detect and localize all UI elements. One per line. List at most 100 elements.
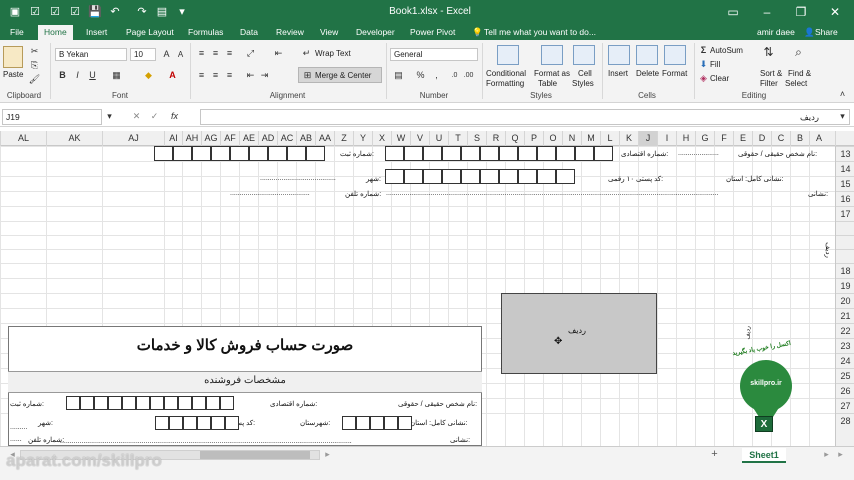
checkbox-icon[interactable]: ☑ [48,5,62,19]
column-header-d[interactable]: D [752,131,771,146]
column-header-ai[interactable]: AI [164,131,182,146]
expand-formula-icon[interactable]: ▾ [836,110,849,123]
row-header-17[interactable]: 17 [836,206,854,221]
percent-button[interactable]: % [414,69,427,82]
column-header-u[interactable]: U [429,131,448,146]
wrap-text-icon[interactable]: ↵ [300,47,313,60]
column-header-e[interactable]: E [733,131,752,146]
scroll-right-icon[interactable]: ▸ [321,448,334,461]
insert-cells-icon[interactable] [608,45,630,65]
column-header-x[interactable]: X [372,131,391,146]
row-header-blank[interactable] [836,235,854,249]
share-button[interactable]: Share [815,25,838,40]
customize-icon[interactable]: ▾ [175,5,189,19]
conditional-formatting-label[interactable]: Conditional [486,69,526,78]
clear-button[interactable]: Clear [710,74,729,83]
open-icon[interactable]: ▤ [155,5,169,19]
column-header-af[interactable]: AF [220,131,239,146]
insert-cells-label[interactable]: Insert [608,69,628,78]
column-header-z[interactable]: Z [334,131,353,146]
column-header-r[interactable]: R [486,131,505,146]
cell-styles-icon[interactable] [573,45,595,65]
column-header-t[interactable]: T [448,131,467,146]
row-header-14[interactable]: 14 [836,161,854,176]
save-icon[interactable]: 💾 [88,5,102,19]
fill-button[interactable]: Fill [710,60,720,69]
align-middle-icon[interactable]: ≡ [209,47,222,60]
tab-home[interactable]: Home [38,25,73,40]
font-name-box[interactable]: B Yekan [55,48,127,61]
column-header-ab[interactable]: AB [296,131,315,146]
delete-cells-label[interactable]: Delete [636,69,659,78]
cut-icon[interactable]: ✂ [28,45,41,58]
autosum-button[interactable]: AutoSum [710,46,743,55]
find-select-label2[interactable]: Select [785,79,807,88]
tab-insert[interactable]: Insert [80,25,113,40]
sheet-tab-sheet1[interactable]: Sheet1 [742,448,786,463]
cell-styles-label[interactable]: Cell [578,69,592,78]
conditional-formatting-label2[interactable]: Formatting [486,79,524,88]
column-header-s[interactable]: S [467,131,486,146]
row-header-blank[interactable] [836,249,854,263]
column-header-ah[interactable]: AH [182,131,201,146]
formula-input[interactable]: ردیف [200,109,850,125]
tab-data[interactable]: Data [234,25,264,40]
column-header-h[interactable]: H [676,131,695,146]
column-header-aa[interactable]: AA [315,131,334,146]
checkbox-icon[interactable]: ☑ [68,5,82,19]
autosum-icon[interactable]: Σ [697,44,710,57]
column-header-f[interactable]: F [714,131,733,146]
enter-icon[interactable]: ✓ [148,110,161,123]
clear-icon[interactable]: ◈ [697,72,710,85]
format-as-table-label2[interactable]: Table [538,79,557,88]
row-header-24[interactable]: 24 [836,353,854,368]
format-cells-icon[interactable] [664,45,686,65]
number-format-box[interactable]: General [390,48,478,61]
column-header-aj[interactable]: AJ [102,131,164,146]
column-header-ae[interactable]: AE [239,131,258,146]
column-header-p[interactable]: P [524,131,543,146]
align-center-icon[interactable]: ≡ [209,69,222,82]
format-as-table-label[interactable]: Format as [534,69,570,78]
restore-icon[interactable]: ❐ [784,2,818,22]
decrease-decimal-icon[interactable]: .00 [462,69,475,82]
row-header-23[interactable]: 23 [836,338,854,353]
find-select-label[interactable]: Find & [788,69,811,78]
shrink-font-icon[interactable]: A [174,48,187,61]
row-header-25[interactable]: 25 [836,368,854,383]
format-painter-icon[interactable]: 🖌 [28,73,41,86]
column-header-j[interactable]: J [638,131,657,146]
select-all-corner[interactable] [835,131,854,146]
row-header-28[interactable]: 28 [836,413,854,428]
tab-review[interactable]: Review [270,25,310,40]
tab-developer[interactable]: Developer [350,25,401,40]
checkbox-icon[interactable]: ☑ [28,5,42,19]
column-header-ac[interactable]: AC [277,131,296,146]
column-header-al[interactable]: AL [0,131,46,146]
tell-me-input[interactable]: Tell me what you want to do... [484,25,596,40]
row-header-16[interactable]: 16 [836,191,854,206]
format-as-table-icon[interactable] [541,45,563,65]
sort-filter-icon[interactable]: ⇅ [762,46,775,59]
name-box[interactable]: J19 [2,109,102,125]
ribbon-display-icon[interactable]: ▭ [716,2,750,22]
column-header-k[interactable]: K [619,131,638,146]
accounting-icon[interactable]: ▤ [392,69,405,82]
column-header-o[interactable]: O [543,131,562,146]
align-right-icon[interactable]: ≡ [223,69,236,82]
decrease-indent-icon[interactable]: ⇤ [244,69,257,82]
tab-view[interactable]: View [314,25,344,40]
undo-icon[interactable]: ↶ [108,5,122,19]
scrollbar-thumb[interactable] [200,451,310,459]
sort-filter-label2[interactable]: Filter [760,79,778,88]
italic-button[interactable]: I [71,69,84,82]
find-select-icon[interactable]: ⌕ [792,46,805,59]
borders-icon[interactable]: ▦ [110,69,123,82]
column-header-q[interactable]: Q [505,131,524,146]
wrap-text-button[interactable]: Wrap Text [315,49,351,58]
close-icon[interactable]: ✕ [818,2,852,22]
tab-power-pivot[interactable]: Power Pivot [404,25,461,40]
row-header-blank[interactable] [836,221,854,235]
paste-label[interactable]: Paste [3,70,23,79]
copy-icon[interactable]: ⎘ [28,59,41,72]
